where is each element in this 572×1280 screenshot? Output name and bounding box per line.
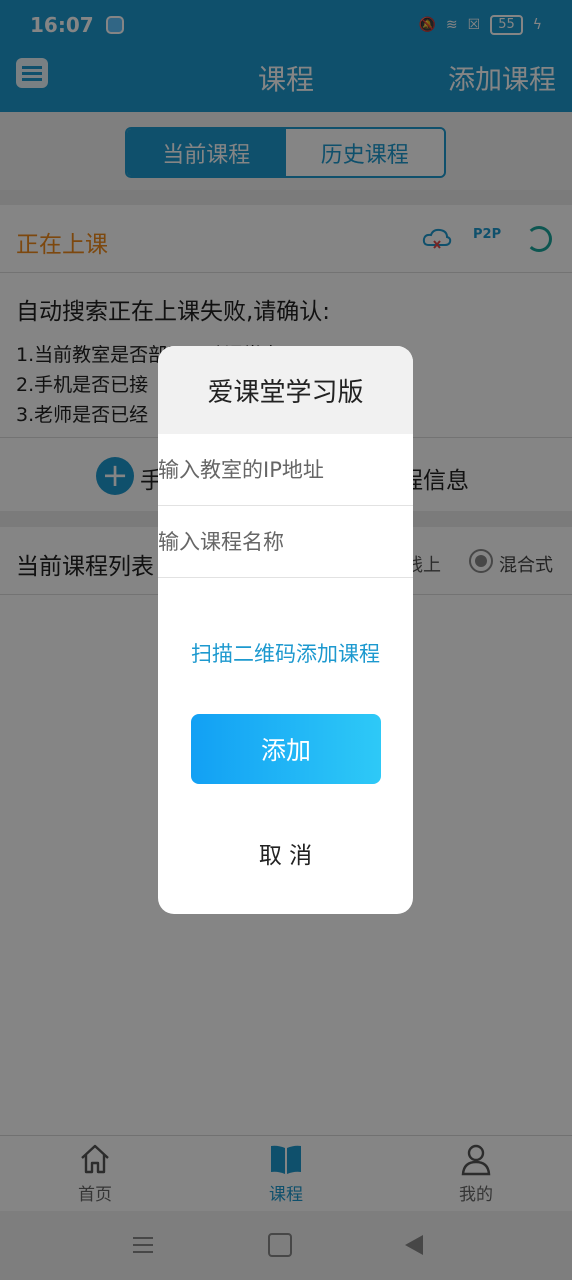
scan-qr-link[interactable]: 扫描二维码添加课程	[158, 638, 413, 668]
cancel-button[interactable]: 取 消	[158, 836, 413, 870]
dialog-title: 爱课堂学习版	[158, 346, 413, 434]
course-name-input[interactable]	[158, 506, 413, 578]
add-button[interactable]: 添加	[191, 714, 381, 784]
ip-address-input[interactable]	[158, 434, 413, 506]
add-course-dialog: 爱课堂学习版 扫描二维码添加课程 添加 取 消	[158, 346, 413, 914]
